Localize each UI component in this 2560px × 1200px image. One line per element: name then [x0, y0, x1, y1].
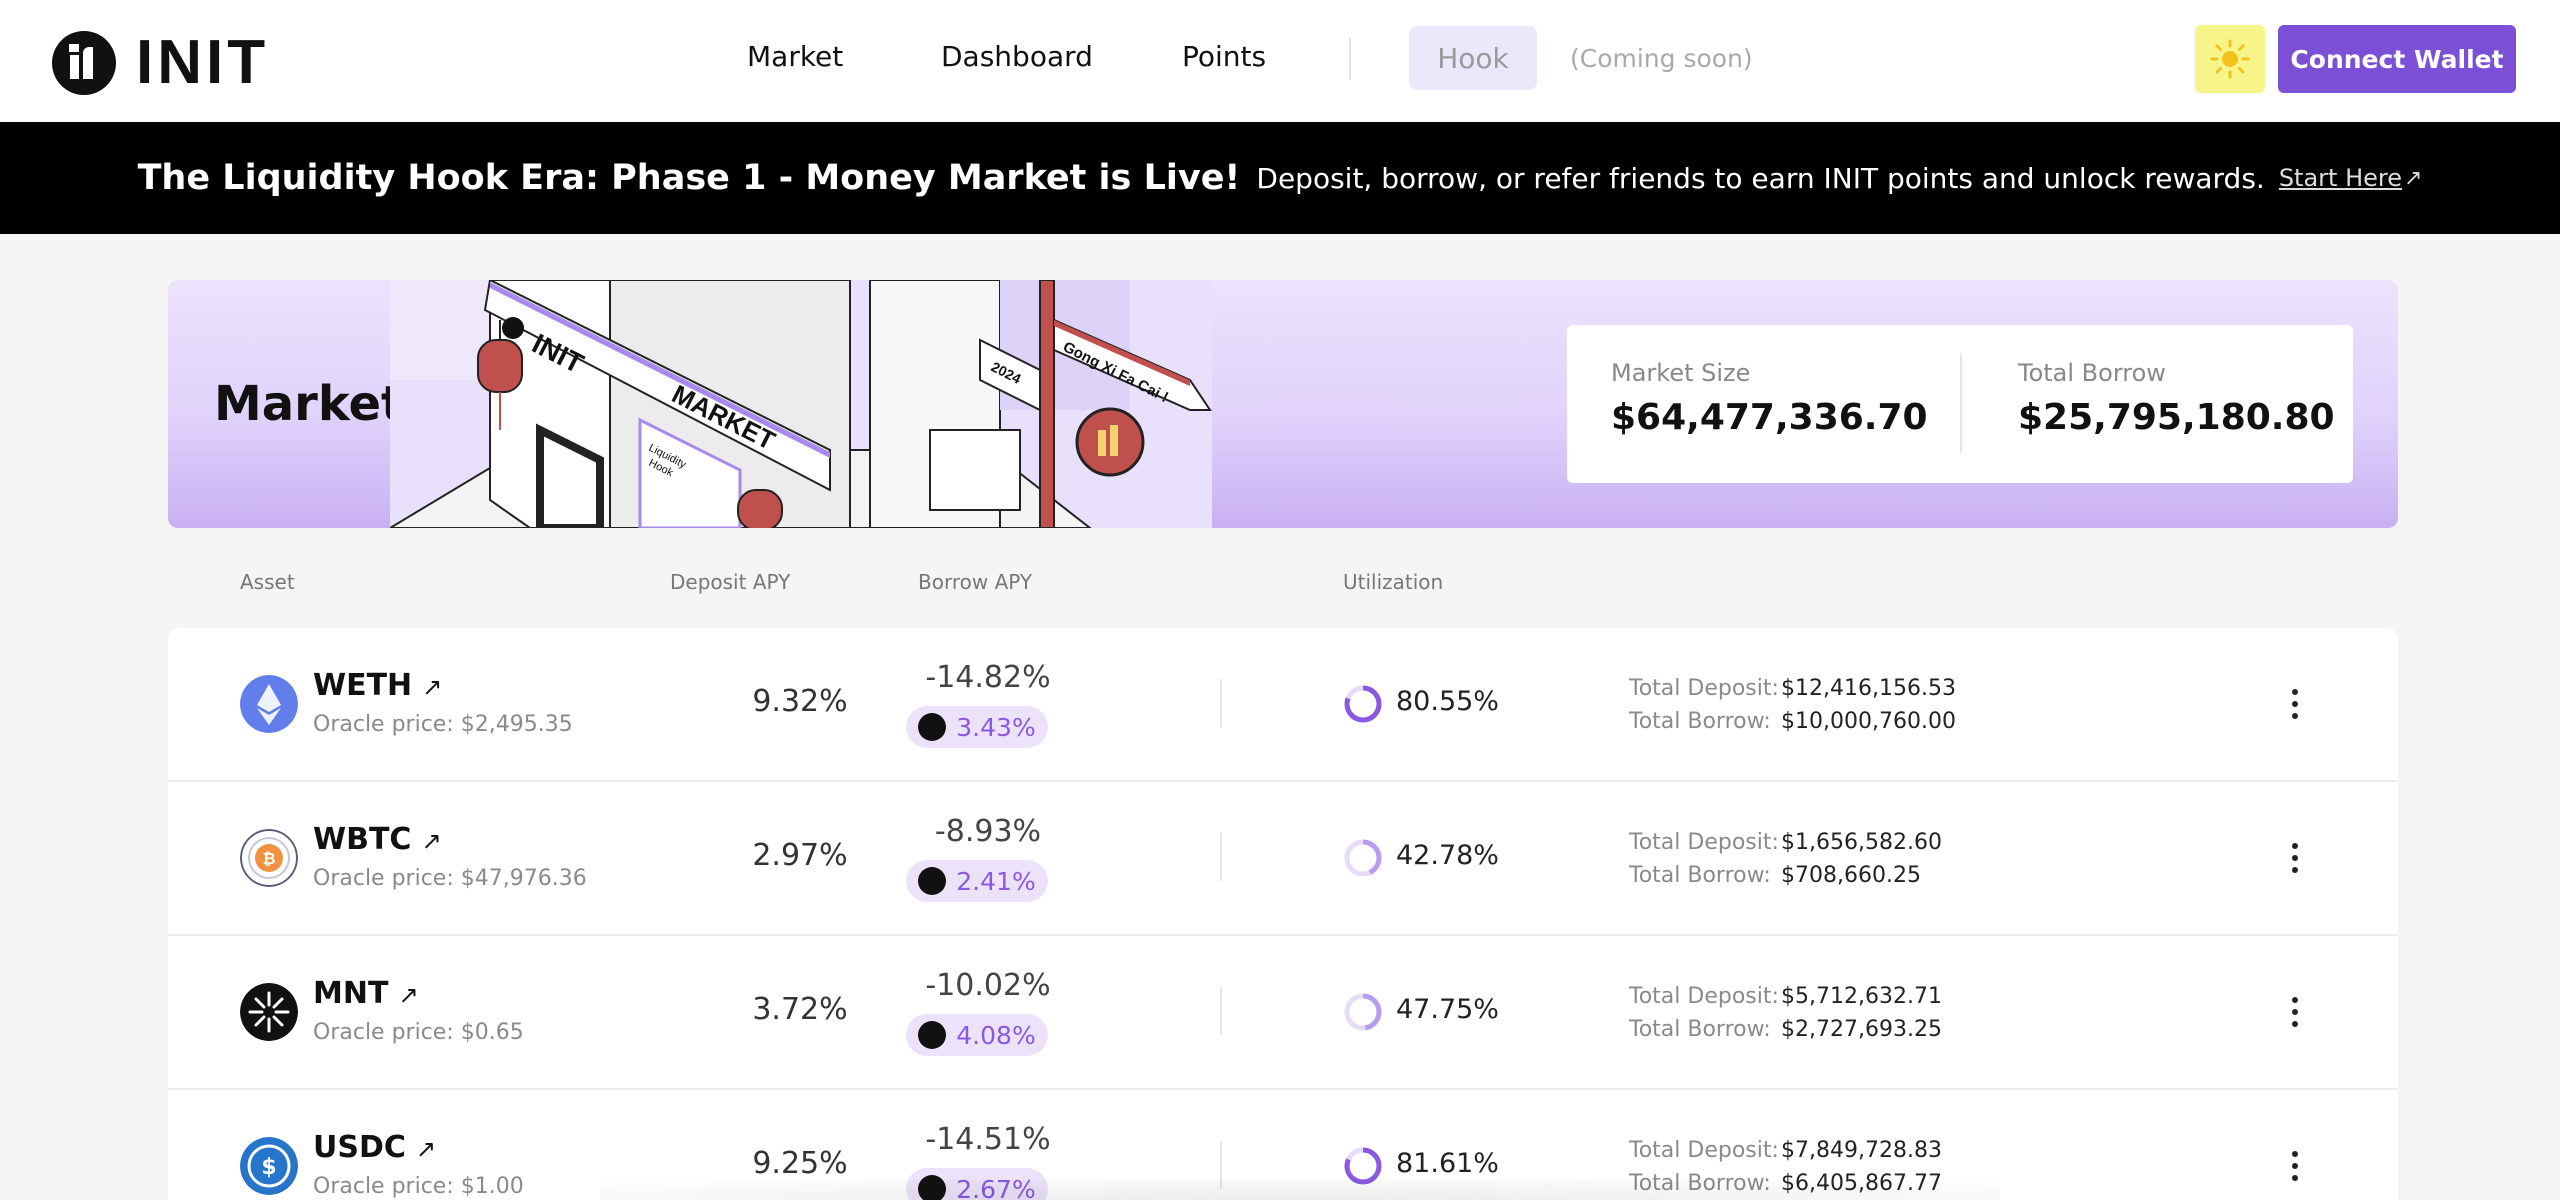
total-deposit-label: Total Deposit: [1629, 984, 1779, 1009]
stats-divider [1960, 353, 1962, 453]
column-divider [1220, 679, 1222, 727]
header-borrow-apy[interactable]: Borrow APY [918, 570, 1032, 594]
logo-text: INIT [136, 28, 270, 97]
market-stats-card: Market Size $64,477,336.70 Total Borrow … [1567, 325, 2353, 483]
market-hero: Market INIT MARKET Liquidity Hook 2024 G… [168, 280, 2398, 528]
more-options-icon[interactable] [2283, 1146, 2307, 1186]
total-borrow-label: Total Borrow: [1629, 863, 1771, 888]
deposit-apy: 9.32% [752, 684, 848, 719]
utilization-ring-icon [1344, 839, 1382, 877]
table-row[interactable]: ₿ WBTC ↗ Oracle price: $47,976.36 2.97% -… [168, 782, 2398, 936]
total-borrow-value: $10,000,760.00 [1781, 709, 1956, 734]
deposit-apy: 2.97% [752, 838, 848, 873]
external-link-icon[interactable]: ↗ [422, 673, 442, 701]
utilization-value: 80.55% [1396, 686, 1499, 717]
connect-wallet-button[interactable]: Connect Wallet [2278, 25, 2516, 93]
asset-name[interactable]: MNT ↗ [313, 976, 419, 1011]
usdc-icon: $ [240, 1137, 298, 1195]
column-divider [1220, 987, 1222, 1035]
total-borrow-value: $2,727,693.25 [1781, 1017, 1942, 1042]
header-utilization[interactable]: Utilization [1343, 570, 1443, 594]
coming-soon-label: (Coming soon) [1570, 44, 1753, 73]
markets-table: WETH ↗ Oracle price: $2,495.35 9.32% -14.… [168, 628, 2398, 1200]
external-link-icon[interactable]: ↗ [398, 981, 418, 1009]
nav-divider [1349, 38, 1351, 80]
total-borrow-value: $708,660.25 [1781, 863, 1921, 888]
oracle-price: Oracle price: $2,495.35 [313, 712, 573, 737]
mnt-reward-icon [918, 713, 947, 741]
announcement-banner: The Liquidity Hook Era: Phase 1 - Money … [0, 122, 2560, 234]
total-deposit-label: Total Deposit: [1629, 830, 1779, 855]
utilization-ring-icon [1344, 993, 1382, 1031]
deposit-apy: 9.25% [752, 1146, 848, 1181]
more-options-icon[interactable] [2283, 838, 2307, 878]
utilization-ring-icon [1344, 685, 1382, 723]
more-options-icon[interactable] [2283, 992, 2307, 1032]
oracle-price: Oracle price: $0.65 [313, 1020, 524, 1045]
header-deposit-apy[interactable]: Deposit APY [670, 570, 790, 594]
oracle-price: Oracle price: $1.00 [313, 1174, 524, 1199]
nav-dashboard[interactable]: Dashboard [941, 40, 1093, 73]
wbtc-icon: ₿ [240, 829, 298, 887]
deposit-apy: 3.72% [752, 992, 848, 1027]
borrow-reward-badge: 4.08% [906, 1014, 1048, 1056]
total-borrow-value: $25,795,180.80 [2018, 397, 2335, 438]
total-deposit-value: $7,849,728.83 [1781, 1138, 1942, 1163]
weth-icon [240, 675, 298, 733]
table-row[interactable]: MNT ↗ Oracle price: $0.65 3.72% -10.02% 4… [168, 936, 2398, 1090]
table-row[interactable]: WETH ↗ Oracle price: $2,495.35 9.32% -14.… [168, 628, 2398, 782]
borrow-apy: -14.51% [925, 1122, 1051, 1157]
more-options-icon[interactable] [2283, 684, 2307, 724]
asset-name[interactable]: WBTC ↗ [313, 822, 442, 857]
external-link-icon[interactable]: ↗ [421, 827, 441, 855]
svg-text:₿: ₿ [262, 849, 275, 868]
top-header: INIT Market Dashboard Points Hook (Comin… [0, 0, 2560, 122]
nav-market[interactable]: Market [747, 40, 843, 73]
market-size-label: Market Size [1611, 359, 1751, 387]
total-deposit-label: Total Deposit: [1629, 676, 1779, 701]
market-size-stat: Market Size $64,477,336.70 [1611, 359, 1928, 438]
svg-text:$: $ [261, 1155, 276, 1180]
total-borrow-label: Total Borrow: [1629, 709, 1771, 734]
total-deposit-value: $5,712,632.71 [1781, 984, 1942, 1009]
total-borrow-label: Total Borrow [2018, 359, 2166, 387]
banner-text: Deposit, borrow, or refer friends to ear… [1256, 161, 2265, 195]
mnt-icon [240, 983, 298, 1041]
total-borrow-label: Total Borrow: [1629, 1017, 1771, 1042]
mnt-reward-icon [918, 867, 947, 895]
start-here-link[interactable]: Start Here [2279, 164, 2402, 192]
header-asset[interactable]: Asset [240, 570, 295, 594]
utilization-value: 47.75% [1396, 994, 1499, 1025]
nav-hook-button[interactable]: Hook [1409, 26, 1537, 90]
page-title: Market [214, 376, 404, 432]
oracle-price: Oracle price: $47,976.36 [313, 866, 587, 891]
external-link-icon: ↗ [2404, 165, 2423, 191]
borrow-apy: -8.93% [934, 814, 1042, 849]
market-size-value: $64,477,336.70 [1611, 397, 1928, 438]
total-deposit-label: Total Deposit: [1629, 1138, 1779, 1163]
utilization-value: 42.78% [1396, 840, 1499, 871]
theme-toggle-button[interactable] [2195, 25, 2265, 93]
nav-points[interactable]: Points [1182, 40, 1266, 73]
asset-name[interactable]: USDC ↗ [313, 1130, 436, 1165]
total-deposit-value: $12,416,156.53 [1781, 676, 1956, 701]
borrow-reward-badge: 2.41% [906, 860, 1048, 902]
borrow-reward-badge: 3.43% [906, 706, 1048, 748]
utilization-value: 81.61% [1396, 1148, 1499, 1179]
borrow-apy: -14.82% [925, 660, 1051, 695]
column-divider [1220, 833, 1222, 881]
init-logo-mark-icon [52, 30, 116, 95]
borrow-apy: -10.02% [925, 968, 1051, 1003]
scroll-shadow [600, 1180, 2000, 1200]
mnt-reward-icon [918, 1021, 947, 1049]
sun-icon [2210, 39, 2250, 79]
total-borrow-stat: Total Borrow $25,795,180.80 [2018, 359, 2335, 438]
asset-name[interactable]: WETH ↗ [313, 668, 442, 703]
external-link-icon[interactable]: ↗ [416, 1135, 436, 1163]
total-deposit-value: $1,656,582.60 [1781, 830, 1942, 855]
banner-title: The Liquidity Hook Era: Phase 1 - Money … [137, 158, 1241, 198]
market-illustration: INIT MARKET Liquidity Hook 2024 Gong Xi … [390, 280, 1212, 528]
init-logo[interactable]: INIT [52, 27, 269, 98]
